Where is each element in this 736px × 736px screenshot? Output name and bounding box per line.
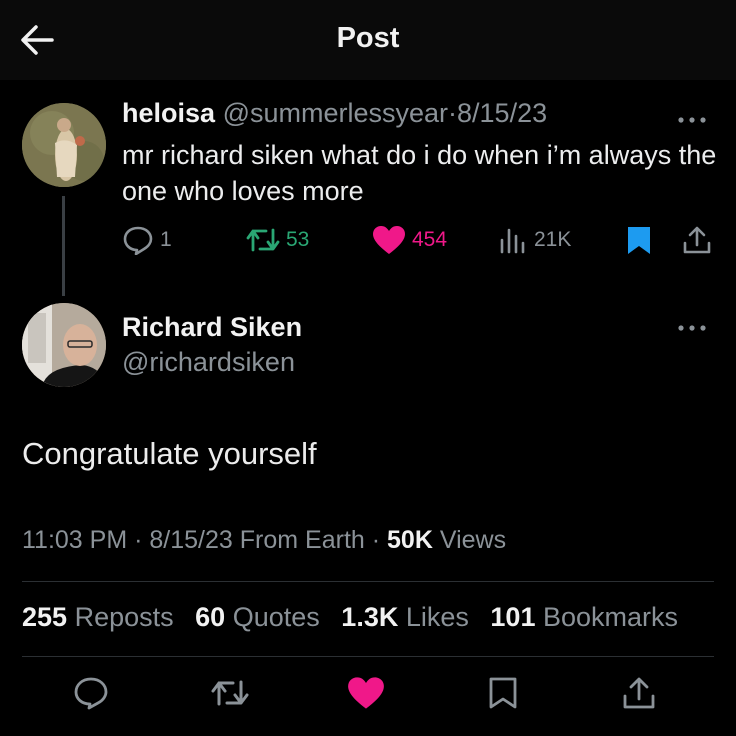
post-more-button[interactable] bbox=[674, 318, 710, 338]
share-button[interactable] bbox=[614, 668, 664, 718]
quoted-post-date[interactable]: 8/15/23 bbox=[457, 98, 547, 128]
reposts-count-link[interactable]: 255 Reposts bbox=[22, 602, 174, 632]
quoted-more-button[interactable] bbox=[674, 110, 710, 130]
post-source: From Earth bbox=[239, 526, 365, 554]
repost-stat[interactable]: 53 bbox=[246, 224, 309, 256]
bookmarks-label: Bookmarks bbox=[542, 602, 679, 632]
post-date[interactable]: 8/15/23 bbox=[149, 526, 232, 554]
views-total: 50K bbox=[387, 526, 433, 554]
like-button[interactable] bbox=[341, 668, 391, 718]
quoted-author-name[interactable]: heloisa bbox=[122, 98, 215, 128]
reposts-label: Reposts bbox=[74, 602, 174, 632]
reply-count: 1 bbox=[160, 228, 172, 251]
views-stat[interactable]: 21K bbox=[498, 224, 571, 256]
reposts-count: 255 bbox=[22, 602, 68, 632]
engagement-counts: 255 Reposts 60 Quotes 1.3K Likes 101 Boo… bbox=[22, 602, 678, 633]
quoted-post-header: heloisa @summerlessyear·8/15/23 bbox=[122, 98, 547, 129]
bookmarks-count-link[interactable]: 101 Bookmarks bbox=[490, 602, 678, 632]
likes-label: Likes bbox=[405, 602, 469, 632]
reply-icon bbox=[74, 677, 108, 710]
reply-stat[interactable]: 1 bbox=[122, 224, 172, 256]
bookmark-button-quoted[interactable] bbox=[626, 224, 652, 256]
heart-icon bbox=[348, 677, 384, 709]
more-icon bbox=[678, 117, 706, 123]
avatar-richard-siken[interactable] bbox=[22, 303, 106, 387]
bookmark-icon bbox=[628, 227, 650, 254]
more-icon bbox=[678, 325, 706, 331]
heart-icon bbox=[373, 226, 405, 254]
repost-count: 53 bbox=[286, 228, 310, 251]
avatar-heloisa[interactable] bbox=[22, 103, 106, 187]
post-meta: 11:03 PM · 8/15/23 From Earth · 50K View… bbox=[22, 526, 506, 555]
bookmark-button[interactable] bbox=[478, 668, 528, 718]
post-time[interactable]: 11:03 PM bbox=[22, 526, 127, 554]
post-text: Congratulate yourself bbox=[22, 436, 317, 471]
divider bbox=[22, 581, 714, 582]
repost-button[interactable] bbox=[205, 668, 255, 718]
thread-connector bbox=[62, 196, 65, 296]
author-handle[interactable]: @richardsiken bbox=[122, 347, 295, 378]
repost-icon bbox=[246, 228, 280, 252]
bookmark-icon bbox=[489, 677, 517, 709]
page-title: Post bbox=[336, 22, 400, 54]
quoted-post-text: mr richard siken what do i do when i’m a… bbox=[122, 140, 717, 206]
likes-count-link[interactable]: 1.3K Likes bbox=[341, 602, 469, 632]
share-icon bbox=[683, 226, 711, 254]
quotes-count-link[interactable]: 60 Quotes bbox=[195, 602, 320, 632]
separator-dot: · bbox=[371, 526, 381, 554]
author-name[interactable]: Richard Siken bbox=[122, 312, 302, 343]
bookmarks-count: 101 bbox=[490, 602, 536, 632]
reply-button[interactable] bbox=[66, 668, 116, 718]
like-stat[interactable]: 454 bbox=[372, 224, 447, 256]
views-count: 21K bbox=[534, 228, 572, 251]
like-count: 454 bbox=[412, 228, 448, 251]
separator-dot: · bbox=[448, 98, 458, 128]
top-bar: Post bbox=[0, 0, 736, 80]
quoted-author-handle[interactable]: @summerlessyear bbox=[223, 98, 448, 128]
views-label: Views bbox=[439, 526, 507, 554]
divider bbox=[22, 656, 714, 657]
separator-dot: · bbox=[134, 526, 143, 554]
share-button-quoted[interactable] bbox=[682, 224, 712, 256]
quotes-count: 60 bbox=[195, 602, 226, 632]
reply-icon bbox=[123, 226, 153, 255]
views-icon bbox=[500, 228, 525, 254]
share-icon bbox=[623, 677, 655, 709]
repost-icon bbox=[211, 680, 249, 706]
likes-count: 1.3K bbox=[341, 602, 399, 632]
quotes-label: Quotes bbox=[232, 602, 320, 632]
